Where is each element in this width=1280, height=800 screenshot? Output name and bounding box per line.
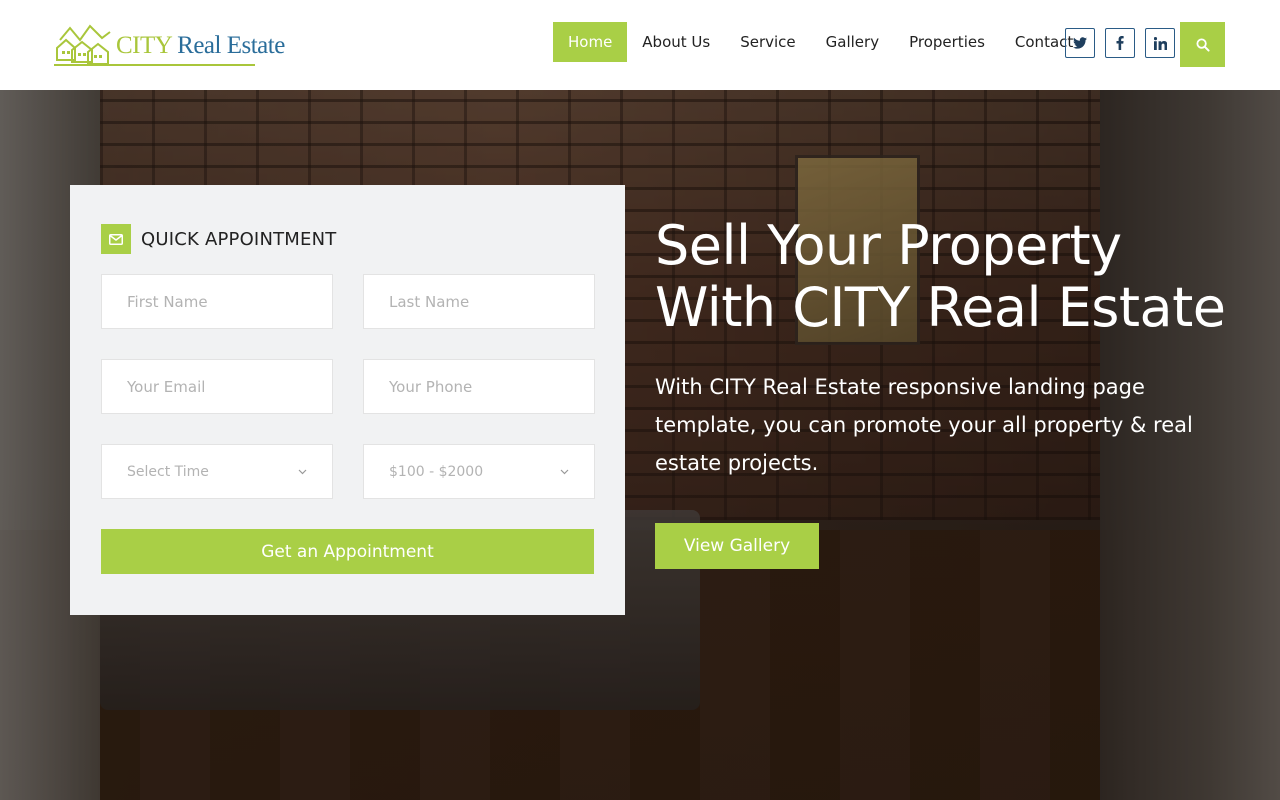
facebook-icon xyxy=(1116,36,1124,50)
hero-description: With CITY Real Estate responsive landing… xyxy=(655,375,1193,475)
budget-select[interactable]: $100 - $2000 xyxy=(363,444,595,499)
twitter-button[interactable] xyxy=(1065,28,1095,58)
nav-item-about-us[interactable]: About Us xyxy=(627,22,725,62)
houses-logo-icon xyxy=(56,24,111,65)
phone-input[interactable] xyxy=(363,359,595,414)
time-select[interactable]: Select Time xyxy=(101,444,333,499)
logo-underline xyxy=(54,64,255,66)
logo-city-text: CITY xyxy=(116,32,172,59)
hero-title: Sell Your Property With CITY Real Estate xyxy=(655,215,1235,339)
linkedin-button[interactable] xyxy=(1145,28,1175,58)
last-name-input[interactable] xyxy=(363,274,595,329)
budget-select-value: $100 - $2000 xyxy=(389,463,484,480)
mail-icon xyxy=(109,233,123,245)
nav-item-home[interactable]: Home xyxy=(553,22,628,62)
logo-real-estate-text: Real Estate xyxy=(177,32,285,59)
mail-icon-box xyxy=(101,224,131,254)
hero-title-line-1: Sell Your Property xyxy=(655,214,1122,277)
chevron-down-icon xyxy=(560,469,569,474)
logo-wordmark: CITY Real Estate xyxy=(116,32,285,60)
first-name-input[interactable] xyxy=(101,274,333,329)
linkedin-icon xyxy=(1153,36,1167,50)
site-header: CITY Real Estate Home About Us Service G… xyxy=(0,0,1280,90)
nav-item-gallery[interactable]: Gallery xyxy=(811,22,894,62)
site-logo[interactable]: CITY Real Estate xyxy=(54,20,285,68)
search-icon xyxy=(1195,37,1210,52)
facebook-button[interactable] xyxy=(1105,28,1135,58)
form-title: QUICK APPOINTMENT xyxy=(141,228,337,250)
view-gallery-button[interactable]: View Gallery xyxy=(655,523,819,569)
main-nav: Home About Us Service Gallery Properties… xyxy=(553,22,1088,62)
nav-item-properties[interactable]: Properties xyxy=(894,22,1000,62)
quick-appointment-form: QUICK APPOINTMENT Select Time $100 - $20… xyxy=(70,185,625,615)
chevron-down-icon xyxy=(298,469,307,474)
nav-item-service[interactable]: Service xyxy=(725,22,810,62)
search-button[interactable] xyxy=(1180,22,1225,67)
hero-title-line-2: With CITY Real Estate xyxy=(655,276,1226,339)
form-header: QUICK APPOINTMENT xyxy=(101,224,336,254)
twitter-icon xyxy=(1073,37,1087,49)
email-input[interactable] xyxy=(101,359,333,414)
get-appointment-button[interactable]: Get an Appointment xyxy=(101,529,594,574)
time-select-value: Select Time xyxy=(127,463,209,480)
